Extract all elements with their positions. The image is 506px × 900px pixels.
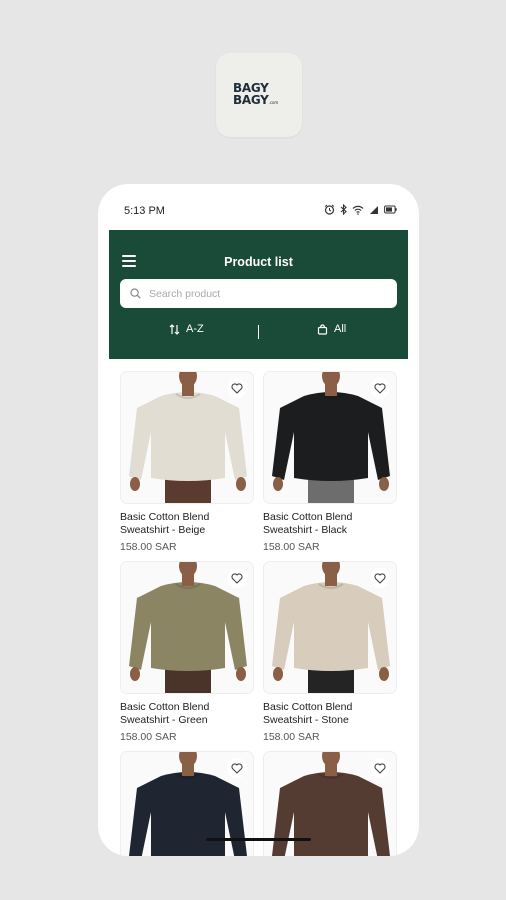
product-name: Basic Cotton Blend Sweatshirt - Beige: [120, 511, 210, 536]
favorite-button[interactable]: [370, 758, 390, 778]
sort-button[interactable]: A-Z: [169, 323, 204, 335]
product-image[interactable]: [263, 371, 397, 504]
app-header: Product list A-Z All: [109, 230, 408, 359]
heart-icon: [374, 572, 386, 584]
phone-frame: 5:13 PM Product list A-Z All B: [98, 184, 419, 856]
filter-divider: [258, 325, 259, 339]
product-price: 158.00 SAR: [120, 731, 177, 743]
heart-icon: [374, 382, 386, 394]
product-card[interactable]: Basic Cotton Blend Sweatshirt - Green 158…: [120, 561, 254, 743]
filter-bar: A-Z All: [109, 323, 408, 341]
product-image[interactable]: [120, 371, 254, 504]
product-card[interactable]: Basic Cotton Blend Sweatshirt - Stone 158…: [263, 561, 397, 743]
product-card[interactable]: Basic Cotton Blend Sweatshirt - Black 158…: [263, 371, 397, 553]
status-icons: [324, 204, 397, 215]
alarm-icon: [324, 204, 335, 215]
heart-icon: [231, 572, 243, 584]
status-bar: 5:13 PM: [98, 184, 419, 228]
shopping-bag-icon: [317, 323, 328, 335]
product-image[interactable]: [120, 561, 254, 694]
signal-icon: [370, 205, 378, 214]
favorite-button[interactable]: [227, 758, 247, 778]
sort-arrows-icon: [169, 323, 180, 335]
app-logo: BAGY BAGY.com: [216, 53, 302, 137]
favorite-button[interactable]: [227, 378, 247, 398]
favorite-button[interactable]: [370, 378, 390, 398]
product-price: 158.00 SAR: [120, 541, 177, 553]
product-card[interactable]: Basic Cotton Blend Sweatshirt - Beige 158…: [120, 371, 254, 553]
home-indicator[interactable]: [206, 838, 311, 841]
heart-icon: [231, 762, 243, 774]
heart-icon: [231, 382, 243, 394]
bluetooth-icon: [340, 204, 347, 215]
product-image[interactable]: [263, 561, 397, 694]
battery-icon: [384, 205, 397, 214]
product-name: Basic Cotton Blend Sweatshirt - Green: [120, 701, 210, 726]
product-price: 158.00 SAR: [263, 541, 320, 553]
product-name: Basic Cotton Blend Sweatshirt - Stone: [263, 701, 353, 726]
search-icon: [130, 288, 141, 299]
favorite-button[interactable]: [370, 568, 390, 588]
product-price: 158.00 SAR: [263, 731, 320, 743]
logo-suffix: .com: [268, 99, 279, 105]
category-label: All: [334, 323, 347, 335]
search-input[interactable]: [149, 287, 369, 300]
category-button[interactable]: All: [317, 323, 346, 335]
sort-label: A-Z: [186, 323, 204, 335]
heart-icon: [374, 762, 386, 774]
favorite-button[interactable]: [227, 568, 247, 588]
wifi-icon: [352, 205, 364, 215]
logo-text-line2: BAGY.com: [233, 92, 279, 107]
page-title: Product list: [224, 255, 293, 269]
search-bar[interactable]: [120, 279, 397, 308]
status-time: 5:13 PM: [124, 205, 165, 217]
product-name: Basic Cotton Blend Sweatshirt - Black: [263, 511, 353, 536]
